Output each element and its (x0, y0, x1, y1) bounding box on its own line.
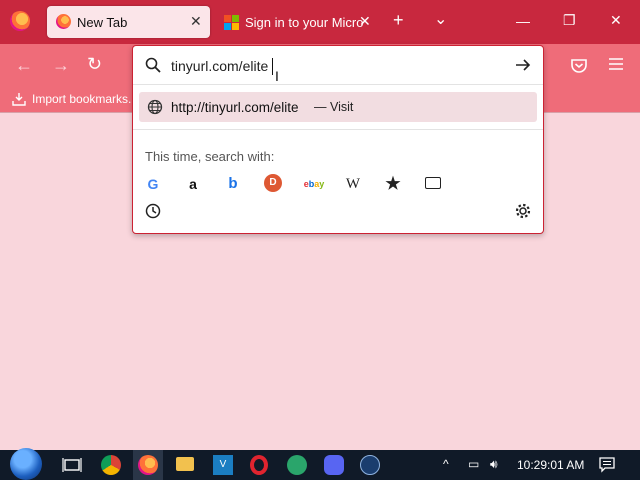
notifications-icon[interactable] (599, 457, 615, 473)
maximize-button[interactable]: ❐ (563, 12, 576, 29)
opera-icon[interactable] (250, 455, 268, 475)
suggestion-action: — Visit (314, 100, 354, 114)
urlbar-dropdown: tinyurl.com/elite I http://tinyurl.com/e… (132, 45, 544, 234)
forward-arrow-icon[interactable]: → (52, 55, 70, 76)
tab-close-icon[interactable]: ✕ (359, 13, 371, 30)
bing-engine-icon[interactable]: b (224, 175, 242, 193)
import-bookmarks-link[interactable]: Import bookmarks... (32, 92, 138, 106)
search-with-label: This time, search with: (145, 149, 275, 164)
file-explorer-icon[interactable] (176, 457, 194, 471)
ebay-engine-icon[interactable]: ebay (302, 175, 326, 193)
back-arrow-icon[interactable]: ← (15, 55, 33, 76)
show-hidden-icons-icon[interactable]: ^ (443, 457, 449, 471)
tab-close-icon[interactable]: ✕ (190, 13, 202, 30)
new-tab-button[interactable]: + (393, 10, 404, 31)
reload-icon[interactable]: ↻ (87, 54, 102, 75)
task-view-icon[interactable] (62, 455, 82, 475)
tab-sign-in[interactable]: Sign in to your Micro ✕ (214, 6, 382, 38)
taskbar-firefox-button[interactable] (133, 450, 163, 480)
clock[interactable]: 10:29:01 AM (517, 458, 584, 472)
chrome-icon[interactable] (101, 455, 121, 475)
search-settings-gear-icon[interactable] (514, 202, 532, 220)
globe-icon (147, 99, 163, 115)
minimize-button[interactable]: — (516, 13, 530, 29)
vlc-vs-icon[interactable]: V (213, 455, 233, 475)
import-icon (12, 93, 26, 106)
go-arrow-icon[interactable] (515, 57, 531, 73)
text-caret (272, 58, 273, 75)
volume-icon[interactable]: 🔊︎ (490, 457, 498, 472)
list-all-tabs-button[interactable]: ⌄ (434, 9, 447, 29)
microsoft-icon (224, 15, 239, 30)
tabs-icon[interactable] (425, 177, 441, 189)
url-suggestion[interactable]: http://tinyurl.com/elite — Visit (139, 92, 537, 122)
firefox-tab-icon (56, 14, 71, 29)
divider (133, 84, 543, 85)
search-icon (145, 57, 161, 73)
history-clock-icon[interactable] (145, 203, 161, 219)
pocket-icon[interactable] (570, 58, 588, 74)
bookmarks-star-icon[interactable]: ★ (384, 175, 402, 193)
steam-icon[interactable] (360, 455, 380, 475)
network-app-icon[interactable] (287, 455, 307, 475)
google-engine-icon[interactable]: G (144, 175, 162, 193)
firefox-menu-icon[interactable] (10, 11, 30, 31)
start-button[interactable] (10, 448, 42, 480)
hamburger-menu-icon[interactable] (609, 58, 623, 70)
firefox-icon (138, 455, 158, 475)
wikipedia-engine-icon[interactable]: W (344, 175, 362, 193)
suggestion-url: http://tinyurl.com/elite (171, 100, 299, 115)
network-icon[interactable]: ▭ (468, 457, 479, 471)
duckduckgo-engine-icon[interactable]: D (264, 174, 282, 192)
tab-title: Sign in to your Micro (245, 15, 363, 30)
tab-strip: New Tab ✕ Sign in to your Micro ✕ + ⌄ — … (0, 0, 640, 44)
tab-title: New Tab (77, 15, 128, 30)
amazon-engine-icon[interactable]: a (184, 175, 202, 193)
ibeam-cursor-icon: I (275, 68, 279, 84)
url-input[interactable]: tinyurl.com/elite (171, 58, 268, 74)
divider (133, 129, 543, 130)
windows-taskbar: V ^ ▭ 🔊︎ 10:29:01 AM (0, 448, 640, 480)
discord-icon[interactable] (324, 455, 344, 475)
close-window-button[interactable]: ✕ (610, 12, 622, 29)
tab-new-tab[interactable]: New Tab ✕ (47, 6, 210, 38)
